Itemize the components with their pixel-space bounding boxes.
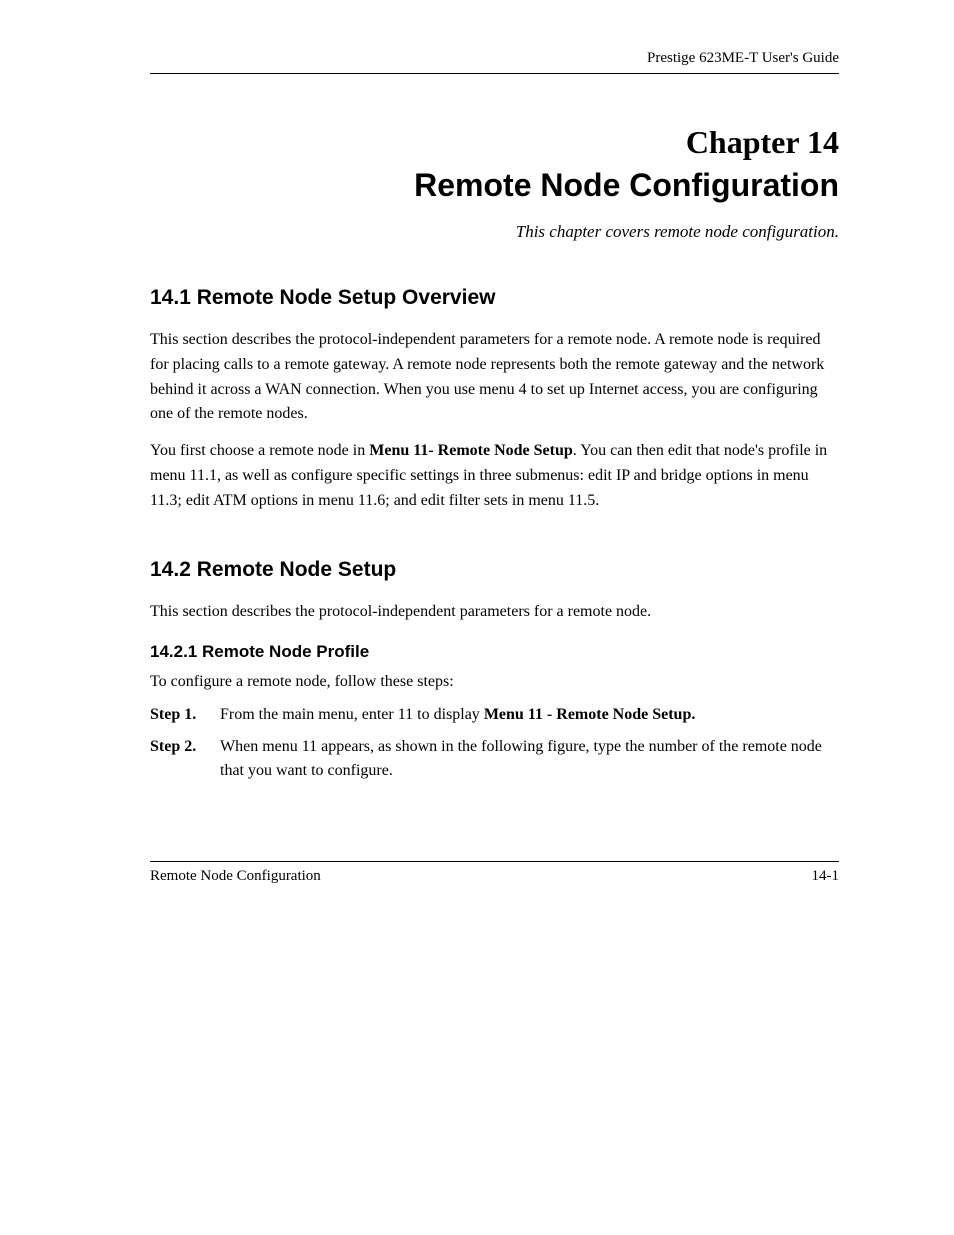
chapter-subtitle: This chapter covers remote node configur… (150, 222, 839, 242)
guide-title: Prestige 623ME-T User's Guide (647, 50, 839, 66)
step-label: Step 2. (150, 735, 220, 759)
section-14-2-heading: 14.2 Remote Node Setup (150, 558, 839, 582)
chapter-title: Remote Node Configuration (150, 167, 839, 204)
step-label: Step 1. (150, 703, 220, 727)
step-bold: Menu 11 - Remote Node Setup. (484, 706, 696, 723)
step-body: From the main menu, enter 11 to display … (220, 703, 839, 727)
footer-right: 14-1 (812, 868, 840, 885)
section-14-1-para-2: You first choose a remote node in Menu 1… (150, 439, 839, 513)
section-14-2-para-1: This section describes the protocol-inde… (150, 600, 839, 625)
steps-list: Step 1. From the main menu, enter 11 to … (150, 703, 839, 783)
section-14-2-1-intro: To configure a remote node, follow these… (150, 670, 839, 695)
page-header: Prestige 623ME-T User's Guide (150, 50, 839, 74)
page-footer: Remote Node Configuration 14-1 (150, 861, 839, 885)
step-row: Step 2. When menu 11 appears, as shown i… (150, 735, 839, 783)
chapter-heading-block: Chapter 14 Remote Node Configuration (150, 124, 839, 204)
footer-left: Remote Node Configuration (150, 868, 321, 885)
step-row: Step 1. From the main menu, enter 11 to … (150, 703, 839, 727)
section-14-1-para-1: This section describes the protocol-inde… (150, 328, 839, 427)
section-14-2-1-heading: 14.2.1 Remote Node Profile (150, 642, 839, 662)
step-text: When menu 11 appears, as shown in the fo… (220, 738, 822, 779)
step-body: When menu 11 appears, as shown in the fo… (220, 735, 839, 783)
chapter-number: Chapter 14 (150, 124, 839, 161)
para-bold: Menu 11- Remote Node Setup (369, 442, 573, 459)
document-page: Prestige 623ME-T User's Guide Chapter 14… (0, 0, 954, 1235)
section-14-1-heading: 14.1 Remote Node Setup Overview (150, 286, 839, 310)
para-text: You first choose a remote node in (150, 442, 369, 459)
step-text: From the main menu, enter 11 to display (220, 706, 484, 723)
